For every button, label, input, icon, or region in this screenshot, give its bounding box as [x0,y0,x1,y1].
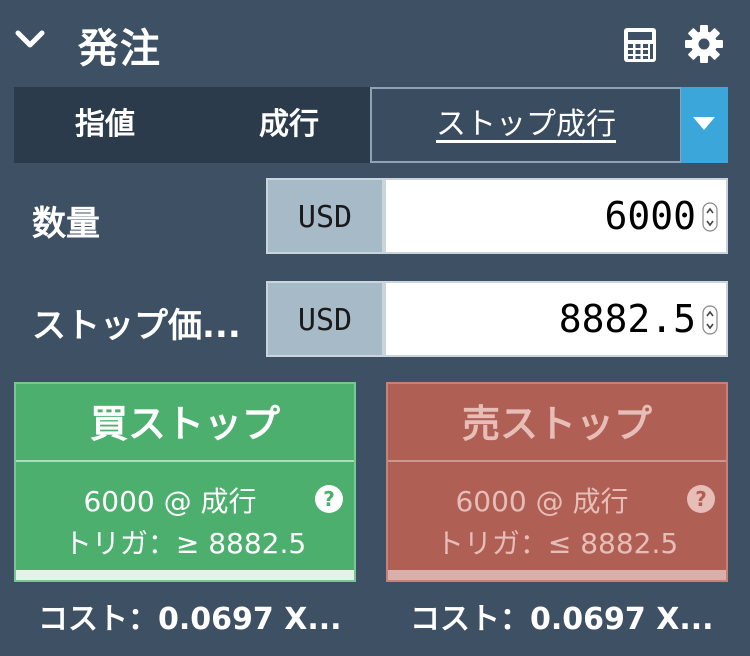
tab-stop-market[interactable]: ストップ成行 [370,87,682,163]
stop-price-stepper-icon[interactable] [702,305,718,335]
stop-price-field: USD 8882.5 [266,281,728,357]
buy-cost-text: コスト：0.0697 X... [38,602,342,637]
order-type-dropdown-button[interactable] [681,87,728,163]
stop-price-currency: USD [266,281,384,357]
sell-button-bottom-bar [388,570,726,580]
sell-stop-button[interactable]: 売ストップ 6000 @ 成行 ? トリガ：≤ 8882.5 [386,382,728,582]
buy-stop-button[interactable]: 買ストップ 6000 @ 成行 ? トリガ：≥ 8882.5 [14,382,356,582]
order-type-tabs: 指値 成行 ストップ成行 [14,87,728,163]
quantity-stepper-icon[interactable] [702,202,718,232]
help-icon[interactable]: ? [686,484,716,514]
order-panel-header: 発注 [0,0,750,88]
caret-down-icon [693,117,715,130]
chevron-down-icon[interactable] [14,28,46,52]
buy-order-summary: 6000 @ 成行 [83,485,257,518]
sell-order-summary: 6000 @ 成行 [455,485,629,518]
help-icon[interactable]: ? [314,484,344,514]
quantity-currency: USD [266,178,384,254]
quantity-label: 数量 [32,204,100,244]
quantity-field: USD 6000 [266,178,728,254]
tab-market[interactable]: 成行 [196,87,382,163]
gear-icon[interactable] [684,24,724,64]
tab-limit[interactable]: 指値 [14,87,196,163]
quantity-value: 6000 [604,194,696,238]
svg-text:?: ? [695,487,707,511]
calculator-icon[interactable] [622,27,658,63]
svg-text:?: ? [323,487,335,511]
sell-cost-text: コスト：0.0697 X... [410,602,714,637]
buy-button-bottom-bar [16,570,354,580]
stop-price-value: 8882.5 [558,297,696,341]
sell-stop-title: 売ストップ [388,384,726,462]
buy-stop-title: 買ストップ [16,384,354,462]
panel-title: 発注 [78,26,162,72]
buy-trigger-text: トリガ：≥ 8882.5 [63,527,307,560]
quantity-input[interactable]: 6000 [384,178,728,254]
sell-trigger-text: トリガ：≤ 8882.5 [435,527,679,560]
stop-price-label: ストップ価... [32,306,241,346]
stop-price-input[interactable]: 8882.5 [384,281,728,357]
